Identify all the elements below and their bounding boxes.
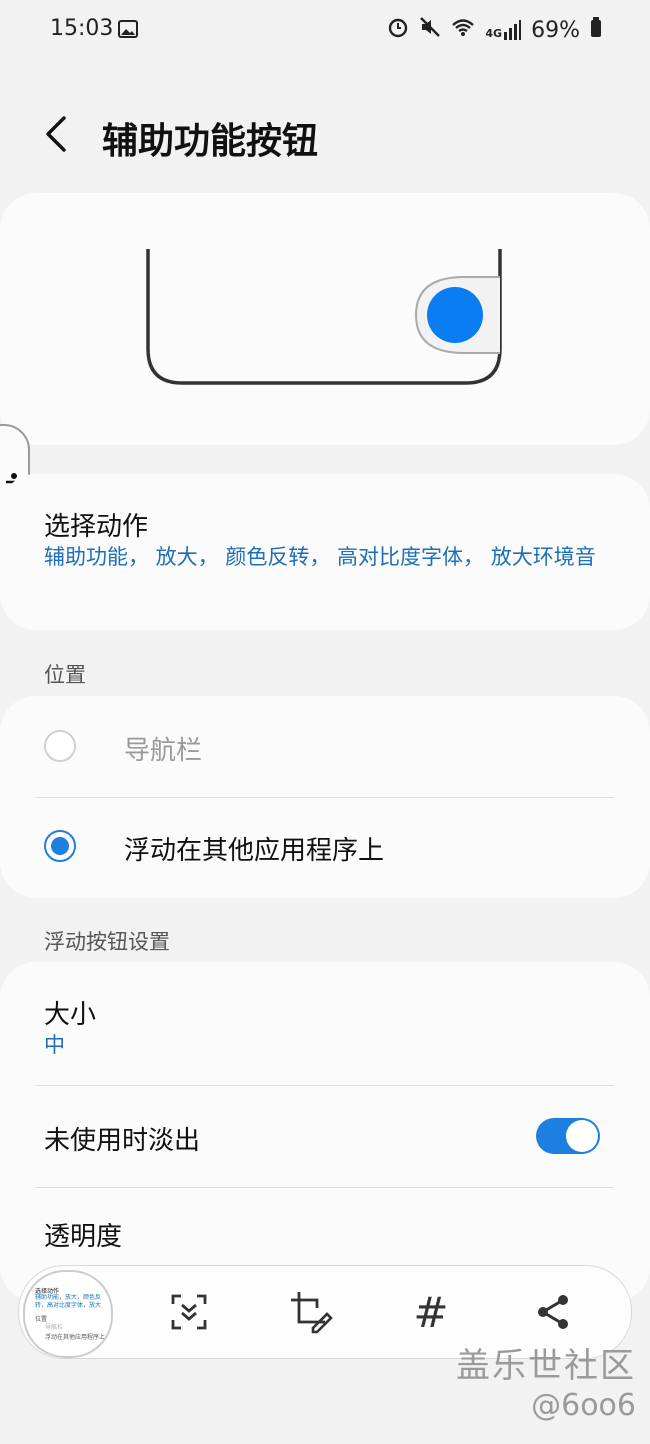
battery-icon [590, 17, 602, 43]
back-button[interactable] [40, 112, 72, 160]
float-settings-label: 浮动按钮设置 [44, 930, 170, 954]
transparency-title: 透明度 [44, 1222, 123, 1252]
hashtag-button[interactable]: # [407, 1287, 455, 1337]
screenshot-thumbnail[interactable]: 选择动作 辅助功能，放大，颜色反转，高对比度字体，放大环境音 位置 导航栏 浮动… [23, 1270, 113, 1358]
option-navbar-label: 导航栏 [124, 736, 203, 766]
share-icon [538, 1295, 568, 1329]
status-time: 15:03 [50, 16, 114, 41]
watermark-handle: @6oo6 [531, 1388, 636, 1423]
option-floating-label: 浮动在其他应用程序上 [124, 836, 385, 866]
fade-toggle[interactable] [536, 1118, 600, 1154]
signal-icon: 4G [485, 20, 522, 40]
fade-title: 未使用时淡出 [44, 1126, 201, 1156]
radio-floating[interactable] [44, 830, 76, 862]
network-type: 4G [485, 27, 503, 40]
size-item[interactable]: 大小 中 [0, 962, 650, 1084]
preview-card [0, 193, 650, 445]
gallery-icon [118, 20, 138, 42]
crop-edit-icon [291, 1292, 333, 1334]
radio-navbar[interactable] [44, 730, 76, 762]
alarm-icon [387, 16, 409, 44]
phone-illustration [146, 249, 502, 385]
share-button[interactable] [529, 1288, 577, 1336]
position-section-label: 位置 [44, 663, 86, 687]
size-value: 中 [44, 1033, 65, 1057]
select-action-card[interactable]: 选择动作 辅助功能， 放大， 颜色反转， 高对比度字体， 放大环境音 [0, 474, 650, 630]
hashtag-icon: # [413, 1287, 449, 1337]
battery-text: 69% [531, 17, 580, 43]
page-title: 辅助功能按钮 [102, 121, 319, 162]
watermark-brand: 盖乐世社区 [456, 1346, 636, 1386]
toggle-knob [566, 1120, 598, 1152]
float-settings-card: 大小 中 未使用时淡出 透明度 [0, 962, 650, 1302]
mute-icon [419, 16, 441, 44]
crop-edit-button[interactable] [287, 1288, 335, 1336]
option-navbar[interactable]: 导航栏 [0, 696, 650, 796]
thumb-opt2: 浮动在其他应用程序上 [45, 1334, 106, 1341]
thumb-sub: 辅助功能，放大，颜色反转，高对比度字体，放大环境音 [35, 1294, 102, 1309]
thumb-opt1: 导航栏 [45, 1324, 64, 1331]
scroll-capture-button[interactable] [165, 1288, 213, 1336]
size-title: 大小 [44, 1000, 97, 1030]
fade-item[interactable]: 未使用时淡出 [0, 1086, 650, 1186]
select-action-subtitle: 辅助功能， 放大， 颜色反转， 高对比度字体， 放大环境音 [44, 545, 596, 569]
select-action-title: 选择动作 [44, 512, 149, 542]
option-floating[interactable]: 浮动在其他应用程序上 [0, 798, 650, 898]
scroll-capture-icon [171, 1294, 207, 1330]
position-card: 导航栏 浮动在其他应用程序上 [0, 696, 650, 898]
status-icons: 4G 69% [387, 16, 602, 44]
wifi-icon [451, 17, 475, 43]
